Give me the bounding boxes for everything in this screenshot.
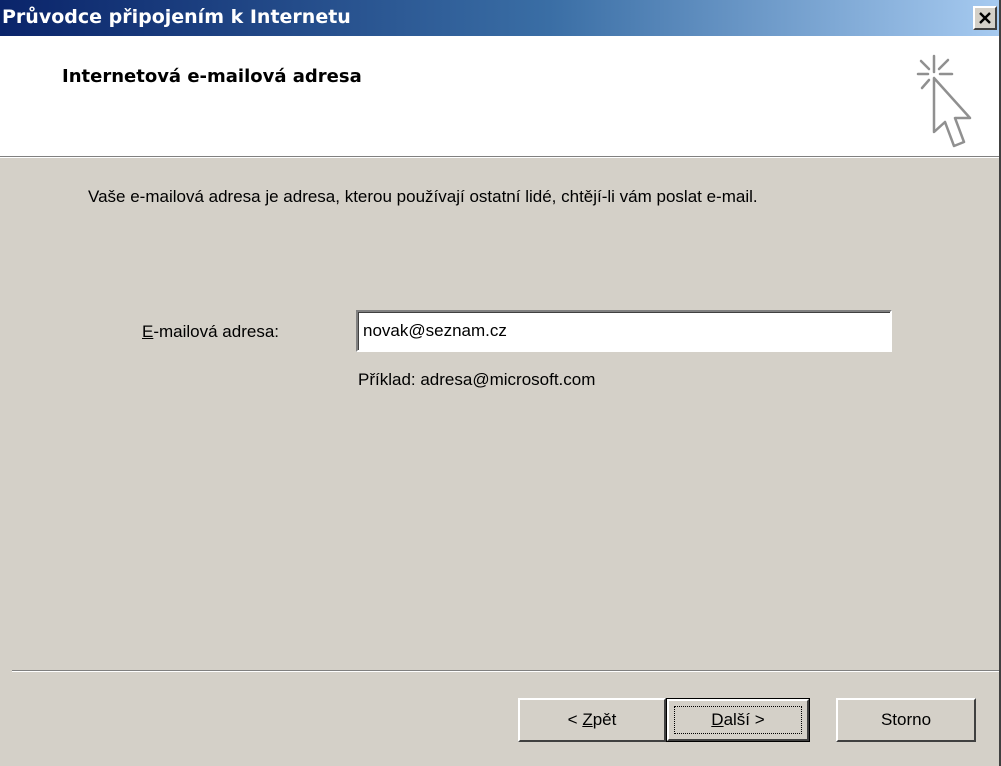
cancel-button[interactable]: Storno bbox=[836, 698, 976, 742]
header-divider bbox=[0, 156, 999, 158]
description-text: Vaše e-mailová adresa je adresa, kterou … bbox=[88, 187, 758, 206]
wizard-header: Internetová e-mailová adresa bbox=[0, 36, 999, 156]
wizard-window: Průvodce připojením k Internetu Internet… bbox=[0, 0, 1001, 766]
focus-rect bbox=[674, 706, 802, 734]
back-button-label: < Zpět bbox=[567, 710, 617, 729]
example-text: Příklad: adresa@microsoft.com bbox=[358, 370, 596, 389]
next-button[interactable]: Další > bbox=[666, 698, 810, 742]
wizard-cursor-icon bbox=[916, 54, 972, 148]
close-icon bbox=[979, 12, 991, 24]
cancel-button-label: Storno bbox=[880, 710, 932, 729]
window-title: Průvodce připojením k Internetu bbox=[2, 6, 351, 28]
title-bar[interactable]: Průvodce připojením k Internetu bbox=[0, 0, 999, 36]
email-label-text: -mailová adresa: bbox=[153, 322, 280, 341]
email-input[interactable] bbox=[356, 310, 892, 352]
email-label: E-mailová adresa: bbox=[142, 322, 279, 342]
back-button[interactable]: < Zpět bbox=[518, 698, 666, 742]
close-button[interactable] bbox=[973, 6, 997, 30]
page-title: Internetová e-mailová adresa bbox=[62, 66, 362, 87]
footer-divider bbox=[12, 670, 999, 672]
email-label-mnemonic: E bbox=[142, 322, 154, 341]
